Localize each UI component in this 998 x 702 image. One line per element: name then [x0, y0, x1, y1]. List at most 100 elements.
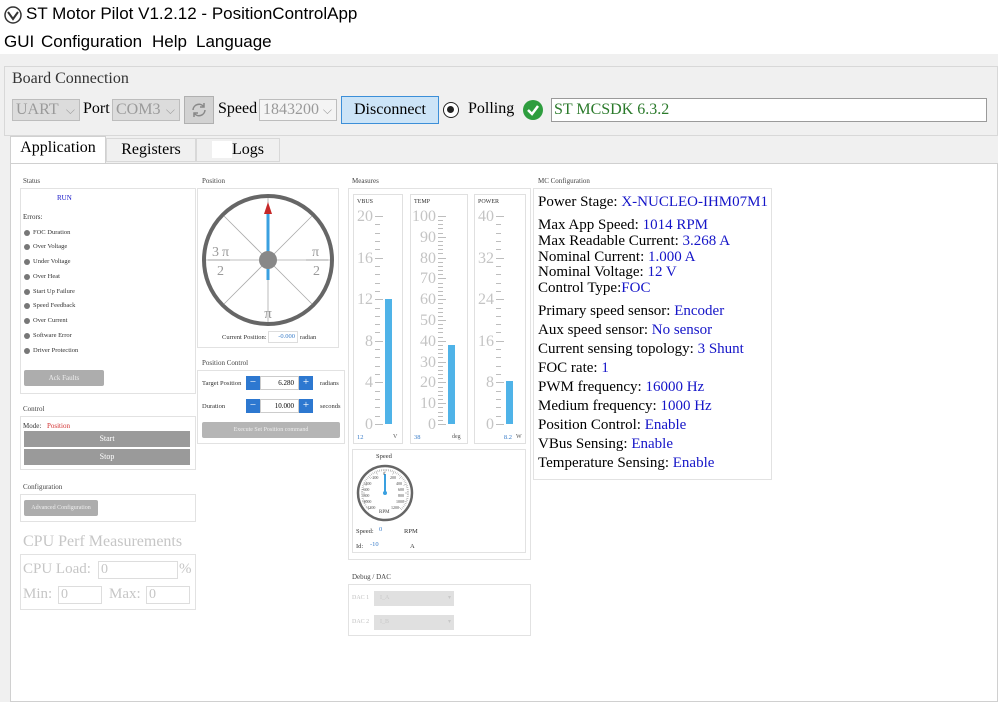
- duration-increment-button[interactable]: +: [299, 399, 313, 413]
- gauge-tick-mark: [375, 340, 383, 342]
- ack-faults-button[interactable]: Ack Faults: [24, 370, 104, 386]
- gauge-tick-mark: [438, 353, 443, 355]
- advanced-configuration-button[interactable]: Advanced Configuration: [24, 500, 98, 516]
- gauge-tick-mark: [438, 290, 443, 292]
- gauge-tick-label: 16: [357, 249, 373, 267]
- protocol-select[interactable]: UART ⌵: [12, 99, 80, 121]
- baudrate-select[interactable]: 1843200 ⌵: [259, 99, 337, 121]
- speed-label: Speed: [218, 100, 258, 117]
- gauge-tick-mark: [438, 282, 443, 284]
- duration-input[interactable]: 10.000: [260, 399, 299, 413]
- gauge-tick-mark: [438, 224, 443, 226]
- mc-config-value: Enable: [644, 417, 687, 433]
- logs-indicator-icon: [212, 141, 232, 158]
- gauge-title: VBUS: [357, 199, 374, 205]
- gauge-value: 12: [357, 434, 364, 441]
- gauge-tick-mark: [496, 399, 501, 401]
- mc-config-label: Temperature Sensing:: [538, 455, 673, 471]
- speed-dial-label: 400: [396, 481, 402, 486]
- duration-label: Duration: [202, 403, 226, 410]
- execute-set-position-button[interactable]: Execute Set Position command: [202, 422, 340, 438]
- duration-decrement-button[interactable]: −: [246, 399, 260, 413]
- mc-configuration-title: MC Configuration: [538, 177, 590, 185]
- mc-config-value: 1014 RPM: [642, 217, 709, 233]
- error-item: Over Voltage: [24, 243, 67, 250]
- gauge-tick-mark: [438, 382, 446, 384]
- chevron-down-icon: ▾: [447, 595, 451, 601]
- gauge-tick-mark: [438, 374, 443, 376]
- error-label: Driver Protection: [33, 347, 79, 354]
- mc-config-row: Control Type:FOC: [538, 280, 650, 297]
- mc-config-row: VBus Sensing: Enable: [538, 436, 673, 453]
- gauge-tick-mark: [375, 307, 380, 309]
- gauge-tick-mark: [438, 307, 443, 309]
- speed-title: Speed: [376, 453, 392, 460]
- cpu-load-unit: %: [179, 561, 192, 577]
- window-title: ST Motor Pilot V1.2.12 - PositionControl…: [26, 4, 358, 23]
- target-position-input[interactable]: 6.280: [260, 376, 299, 390]
- gauge-tick-mark: [375, 424, 383, 425]
- speed-value-unit: RPM: [404, 528, 418, 535]
- disconnect-button[interactable]: Disconnect: [341, 96, 439, 124]
- stop-button[interactable]: Stop: [24, 449, 190, 465]
- mc-config-label: Control Type:: [538, 280, 622, 296]
- gauge-tick-label: 30: [420, 353, 436, 371]
- mc-config-label: Position Control:: [538, 417, 645, 433]
- error-item: Start Up Failure: [24, 288, 75, 295]
- gauge-tick-mark: [438, 228, 443, 230]
- duration-unit: seconds: [320, 403, 341, 410]
- gauge-value: 38: [414, 434, 421, 441]
- menu-language[interactable]: Language: [196, 32, 272, 52]
- gauge-tick-mark: [438, 274, 443, 276]
- gauge-tick-mark: [438, 265, 443, 267]
- chevron-down-icon: ▾: [447, 619, 451, 625]
- mc-config-label: PWM frequency:: [538, 379, 646, 395]
- error-item: Under Voltage: [24, 258, 71, 265]
- dac2-select[interactable]: I_B ▾: [374, 615, 454, 630]
- status-led-icon: [24, 332, 30, 339]
- error-item: Over Current: [24, 317, 67, 324]
- gauge-tick-mark: [438, 415, 443, 417]
- gauge-tick-mark: [438, 390, 443, 392]
- gauge-tick-mark: [375, 232, 380, 234]
- port-select[interactable]: COM3 ⌵: [112, 99, 180, 121]
- gauge-tick-label: 20: [357, 208, 373, 225]
- position-title: Position: [202, 177, 225, 185]
- mc-config-row: Max App Speed: 1014 RPM: [538, 217, 708, 234]
- start-button[interactable]: Start: [24, 431, 190, 447]
- tab-logs[interactable]: Logs: [196, 138, 280, 162]
- gauge-tick-label: 20: [420, 374, 436, 392]
- board-connection-title: Board Connection: [12, 70, 129, 87]
- menu-help[interactable]: Help: [152, 32, 187, 52]
- target-increment-button[interactable]: +: [299, 376, 313, 390]
- chevron-down-icon: ⌵: [322, 103, 332, 117]
- error-label: Software Error: [33, 332, 72, 339]
- mc-config-row: Max Readable Current: 3.268 A: [538, 233, 730, 250]
- gauge-tick-mark: [375, 349, 380, 351]
- gauge-tick-label: 32: [478, 249, 494, 267]
- gauge-tick-mark: [496, 340, 504, 342]
- target-decrement-button[interactable]: −: [246, 376, 260, 390]
- cpu-load-field: 0: [98, 561, 178, 579]
- gauge-tick-mark: [375, 274, 380, 276]
- gauge-tick-mark: [438, 407, 443, 409]
- gauge-tick-mark: [438, 299, 446, 301]
- gauge-tick-mark: [496, 382, 504, 384]
- gauge-tick-mark: [438, 320, 446, 321]
- gauge-tick-mark: [438, 261, 443, 263]
- gauge-tick-label: 16: [478, 332, 494, 350]
- dac1-select[interactable]: I_A ▾: [374, 591, 454, 606]
- refresh-ports-button[interactable]: [184, 96, 214, 124]
- tab-registers[interactable]: Registers: [106, 138, 196, 162]
- error-item: Software Error: [24, 332, 72, 339]
- speed-dial-label: 800: [398, 493, 404, 498]
- tab-application[interactable]: Application: [10, 136, 106, 163]
- gauge-tick-label: 80: [420, 249, 436, 267]
- menu-gui[interactable]: GUI: [4, 32, 34, 52]
- gauge-tick-mark: [496, 332, 501, 334]
- status-led-icon: [24, 302, 30, 309]
- speed-dial-label: -1200: [366, 505, 376, 510]
- error-item: Driver Protection: [24, 347, 78, 354]
- menu-configuration[interactable]: Configuration: [41, 32, 142, 52]
- polling-radio[interactable]: [443, 102, 459, 118]
